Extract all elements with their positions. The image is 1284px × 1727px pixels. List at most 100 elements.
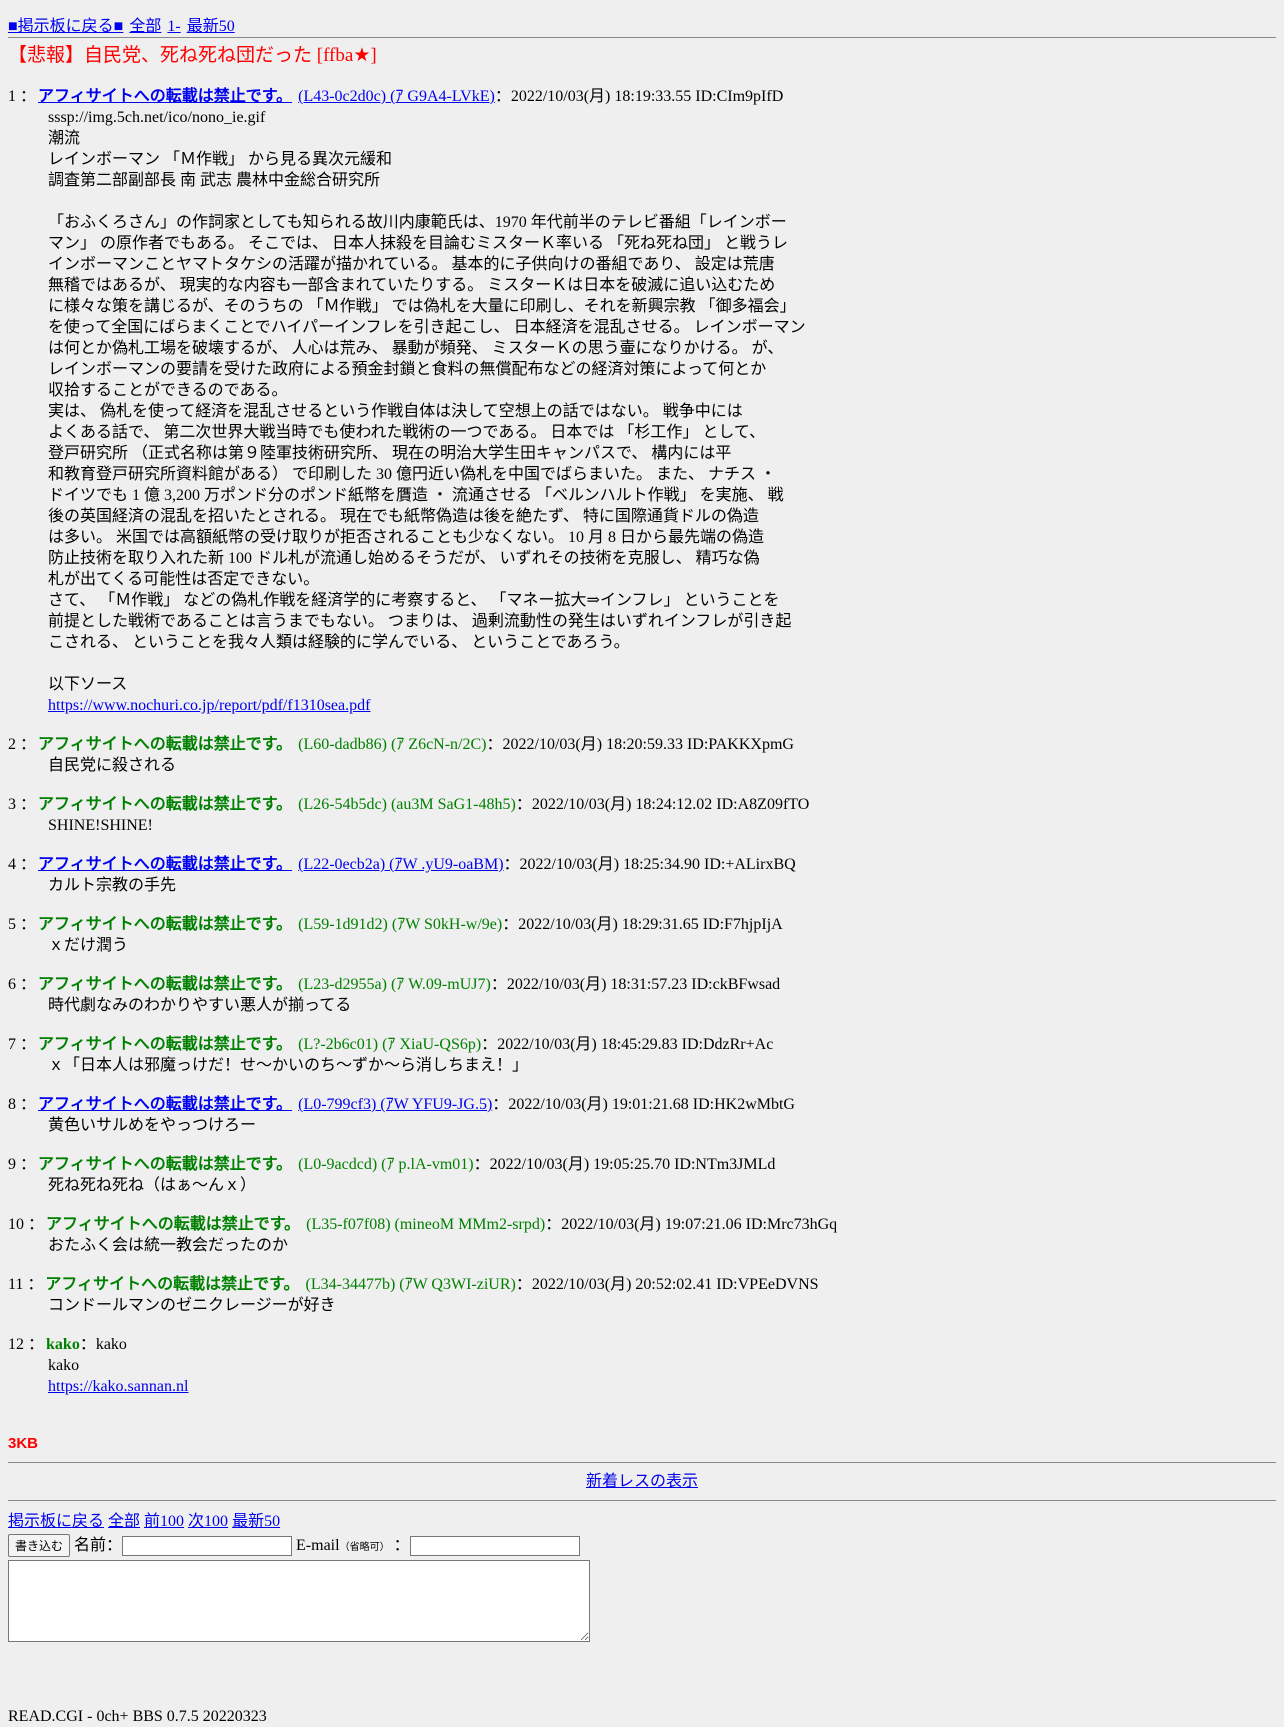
- post-header: 11：アフィサイトへの転載は禁止です。 (L34-34477b) (ｱW Q3WI…: [8, 1274, 1276, 1295]
- post-separator: ：: [492, 1096, 509, 1113]
- post-body-line: 無稽ではあるが、 現実的な内容も一部含まれていたりする。 ミスターＫは日本を破滅…: [48, 277, 776, 294]
- post-header: 7：アフィサイトへの転載は禁止です。 (L?-2b6c01) (ｱ XiaU-QS…: [8, 1034, 1276, 1055]
- latest50-link[interactable]: 最新50: [187, 18, 235, 35]
- post-body-line: 黄色いサルめをやっつけろー: [48, 1117, 257, 1134]
- post-body-line: は何とか偽札工場を破壊するが、 人心は荒み、 暴動が頻発、 ミスターＫの思う壷に…: [48, 340, 784, 357]
- post-date-id: 2022/10/03(月) 18:20:59.33 ID:PAKKXpmG: [502, 736, 794, 753]
- post-number: 12: [8, 1336, 24, 1353]
- prev100-link[interactable]: 前100: [144, 1513, 184, 1530]
- post-trip: (L0-9acdcd) (ｱ p.lA-vm01): [298, 1156, 474, 1173]
- new-res-row: 新着レスの表示: [8, 1463, 1276, 1500]
- post-separator: ：: [28, 1216, 45, 1233]
- post-body: 黄色いサルめをやっつけろー: [48, 1115, 1276, 1136]
- post-body-link[interactable]: https://www.nochuri.co.jp/report/pdf/f13…: [48, 695, 1276, 716]
- post-trip-link[interactable]: (L22-0ecb2a) (ｱW .yU9-oaBM): [298, 856, 503, 873]
- post-body: ｘ「日本人は邪魔っけだ！せ～かいのち～ずか～ら消しちまえ！」: [48, 1055, 1276, 1076]
- post-separator: ：: [20, 796, 37, 813]
- post-item: 4：アフィサイトへの転載は禁止です。 (L22-0ecb2a) (ｱW .yU9-…: [8, 854, 1276, 896]
- post-separator: ：: [20, 856, 37, 873]
- top-nav: ■掲示板に戻る■ 全部 1- 最新50: [8, 16, 1276, 37]
- post-body: おたふく会は統一教会だったのか: [48, 1235, 1276, 1256]
- top-divider: [8, 37, 1276, 38]
- post-header: 6：アフィサイトへの転載は禁止です。 (L23-d2955a) (ｱ W.09-m…: [8, 974, 1276, 995]
- post-author-mail-link[interactable]: アフィサイトへの転載は禁止です。: [38, 856, 292, 873]
- post-number: 8: [8, 1096, 16, 1113]
- post-number: 3: [8, 796, 16, 813]
- post-number: 6: [8, 976, 16, 993]
- post-body: SHINE!SHINE!: [48, 815, 1276, 836]
- post-separator: ：: [515, 1276, 532, 1293]
- post-date-id: 2022/10/03(月) 18:24:12.02 ID:A8Z09fTO: [531, 796, 810, 813]
- post-body-line: ｘだけ潤う: [48, 937, 129, 954]
- post-separator: ：: [545, 1216, 562, 1233]
- post-separator: ：: [27, 1276, 44, 1293]
- post-separator: ：: [20, 1036, 37, 1053]
- post-item: 11：アフィサイトへの転載は禁止です。 (L34-34477b) (ｱW Q3WI…: [8, 1274, 1276, 1316]
- post-date-id: 2022/10/03(月) 18:31:57.23 ID:ckBFwsad: [506, 976, 781, 993]
- post-separator: ：: [502, 916, 519, 933]
- submit-post-button[interactable]: 書き込む: [8, 1534, 71, 1557]
- message-textarea[interactable]: [8, 1560, 590, 1642]
- all-posts-link[interactable]: 全部: [129, 18, 161, 35]
- post-body-line: 自民党に殺される: [48, 757, 177, 774]
- post-trip: (L23-d2955a) (ｱ W.09-mUJ7): [298, 976, 491, 993]
- email-field[interactable]: [409, 1535, 580, 1556]
- post-date-id: 2022/10/03(月) 18:19:33.55 ID:CIm9pIfD: [510, 88, 784, 105]
- post-body-link[interactable]: https://kako.sannan.nl: [48, 1376, 1276, 1397]
- name-field[interactable]: [122, 1535, 293, 1556]
- post-body-line: 前提とした戦術であることは言うまでもない。 つまりは、 過剰流動性の発生はいずれ…: [48, 613, 792, 630]
- bottom-nav: 掲示板に戻る 全部 前100 次100 最新50: [8, 1511, 1276, 1532]
- post-body-line: コンドールマンのゼニクレージーが好き: [48, 1297, 336, 1314]
- post-trip: (L34-34477b) (ｱW Q3WI-ziUR): [305, 1276, 516, 1293]
- thread-page: ■掲示板に戻る■ 全部 1- 最新50 【悲報】自民党、死ね死ね団だった [ff…: [0, 0, 1284, 1727]
- post-item: 10：アフィサイトへの転載は禁止です。 (L35-f07f08) (mineoM …: [8, 1214, 1276, 1256]
- post-body: 時代劇なみのわかりやすい悪人が揃ってる: [48, 995, 1276, 1016]
- post-body-line: SHINE!SHINE!: [48, 817, 153, 834]
- post-trip-link[interactable]: (L0-799cf3) (ｱW YFU9-JG.5): [298, 1096, 492, 1113]
- post-author-name: アフィサイトへの転載は禁止です。: [46, 1216, 301, 1233]
- post-header: 2：アフィサイトへの転載は禁止です。 (L60-dadb86) (ｱ Z6cN-n…: [8, 734, 1276, 755]
- show-new-posts-link[interactable]: 新着レスの表示: [586, 1473, 698, 1490]
- post-trip-link[interactable]: (L43-0c2d0c) (ｱ G9A4-LVkE): [298, 88, 495, 105]
- post-header: 12： kako：kako: [8, 1334, 1276, 1355]
- post-separator: ：: [486, 736, 503, 753]
- post-header: 5：アフィサイトへの転載は禁止です。 (L59-1d91d2) (ｱW S0kH-…: [8, 914, 1276, 935]
- post-header: 9：アフィサイトへの転載は禁止です。 (L0-9acdcd) (ｱ p.lA-vm…: [8, 1154, 1276, 1175]
- post-author: アフィサイトへの転載は禁止です。: [38, 856, 292, 873]
- post-separator: ：: [473, 1156, 490, 1173]
- post-date-id: 2022/10/03(月) 20:52:02.41 ID:VPEeDVNS: [531, 1276, 819, 1293]
- post-body-line: 潮流: [48, 130, 81, 147]
- post-item: 7：アフィサイトへの転載は禁止です。 (L?-2b6c01) (ｱ XiaU-QS…: [8, 1034, 1276, 1076]
- post-body-line: 調査第二部副部長 南 武志 農林中金総合研究所: [48, 172, 381, 189]
- back-to-board-link[interactable]: ■掲示板に戻る■: [8, 18, 123, 35]
- post-author-name: アフィサイトへの転載は禁止です。: [38, 1156, 293, 1173]
- latest50-link-bottom[interactable]: 最新50: [232, 1513, 280, 1530]
- post-body-line: は多い。 米国では高額紙幣の受け取りが拒否されることも少なくない。 10 月 8…: [48, 529, 765, 546]
- post-item: 5：アフィサイトへの転載は禁止です。 (L59-1d91d2) (ｱW S0kH-…: [8, 914, 1276, 956]
- all-posts-link-bottom[interactable]: 全部: [108, 1513, 140, 1530]
- post-body-line: 実は、 偽札を使って経済を混乱させるという作戦自体は決して空想上の話ではない。 …: [48, 403, 743, 420]
- post-item: 1：アフィサイトへの転載は禁止です。 (L43-0c2d0c) (ｱ G9A4-L…: [8, 86, 1276, 716]
- post-body-line: kako: [48, 1357, 80, 1374]
- post-body-line: ｘ「日本人は邪魔っけだ！せ～かいのち～ずか～ら消しちまえ！」: [48, 1057, 529, 1074]
- post-author-name: アフィサイトへの転載は禁止です。: [38, 916, 293, 933]
- post-body-line: ドイツでも 1 億 3,200 万ポンド分のポンド紙幣を贋造 ・ 流通させる 「…: [48, 487, 784, 504]
- post-header: 4：アフィサイトへの転載は禁止です。 (L22-0ecb2a) (ｱW .yU9-…: [8, 854, 1276, 875]
- post-header: 10：アフィサイトへの転載は禁止です。 (L35-f07f08) (mineoM …: [8, 1214, 1276, 1235]
- first-posts-link[interactable]: 1-: [167, 18, 180, 35]
- post-author-mail-link[interactable]: アフィサイトへの転載は禁止です。: [38, 1096, 292, 1113]
- back-to-board-link-bottom[interactable]: 掲示板に戻る: [8, 1513, 104, 1530]
- post-author-name: アフィサイトへの転載は禁止です。: [38, 796, 293, 813]
- post-body-line: を使って全国にばらまくことでハイパーインフレを引き起こし、 日本経済を混乱させる…: [48, 319, 806, 336]
- post-body-line: に様々な策を講じるが、そのうちの 「Ｍ作戦」 では偽札を大量に印刷し、それを新興…: [48, 298, 796, 315]
- post-header: 8 ： アフィサイトへの転載は禁止です。 (L0-799cf3) (ｱW YFU9-J…: [8, 1094, 1276, 1115]
- post-number: 11: [8, 1276, 24, 1293]
- post-author-mail-link[interactable]: アフィサイトへの転載は禁止です。: [38, 88, 292, 105]
- next100-link[interactable]: 次100: [188, 1513, 228, 1530]
- post-body: ｘだけ潤う: [48, 935, 1276, 956]
- post-date-id: 2022/10/03(月) 19:01:21.68 ID:HK2wMbtG: [508, 1096, 795, 1113]
- post-body-line: レインボーマン 「Ｍ作戦」 から見る異次元緩和: [48, 151, 393, 168]
- post-date-id: 2022/10/03(月) 18:45:29.83 ID:DdzRr+Ac: [497, 1036, 774, 1053]
- post-item: 6：アフィサイトへの転載は禁止です。 (L23-d2955a) (ｱ W.09-m…: [8, 974, 1276, 1016]
